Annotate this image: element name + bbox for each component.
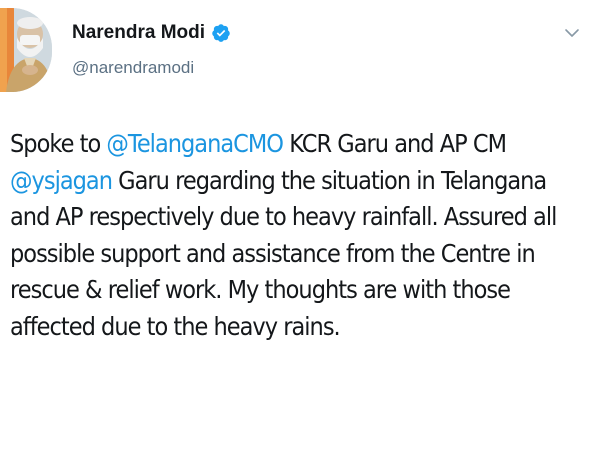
mention-link[interactable]: @ysjagan xyxy=(10,166,113,195)
profile-photo-icon xyxy=(0,8,52,92)
tweet-text: Spoke to @TelanganaCMO KCR Garu and AP C… xyxy=(10,126,557,346)
tweet-text-line: rescue & relief work. My thoughts are wi… xyxy=(10,272,532,309)
chevron-down-icon[interactable] xyxy=(564,26,580,38)
tweet-text-line: Spoke to @TelanganaCMO KCR Garu and AP C… xyxy=(10,126,532,163)
verified-badge-icon xyxy=(211,23,231,43)
tweet-text-segment: Garu regarding the situation in Telangan… xyxy=(111,165,547,195)
tweet-text-segment: affected due to the heavy rains. xyxy=(10,311,341,341)
tweet-text-line: @ysjagan Garu regarding the situation in… xyxy=(10,163,547,200)
tweet-text-segment: Spoke to xyxy=(10,129,107,158)
tweet-text-line: affected due to the heavy rains. xyxy=(10,309,532,346)
tweet-text-segment: rescue & relief work. My thoughts are wi… xyxy=(10,275,511,305)
tweet-text-line: possible support and assistance from the… xyxy=(10,236,536,273)
author-handle[interactable]: @narendramodi xyxy=(72,58,194,78)
author-avatar[interactable] xyxy=(0,8,52,92)
tweet-text-segment: and AP respectively due to heavy rainfal… xyxy=(10,202,557,232)
tweet-text-segment: possible support and assistance from the… xyxy=(10,238,536,268)
author-name-row: Narendra Modi xyxy=(72,22,231,44)
tweet-text-line: and AP respectively due to heavy rainfal… xyxy=(10,199,557,236)
tweet-text-segment: KCR Garu and AP CM xyxy=(283,129,507,158)
mention-link[interactable]: @TelanganaCMO xyxy=(106,129,284,158)
author-display-name[interactable]: Narendra Modi xyxy=(72,22,205,44)
tweet-card: Narendra Modi @narendramodi Spoke to @Te… xyxy=(0,0,600,450)
